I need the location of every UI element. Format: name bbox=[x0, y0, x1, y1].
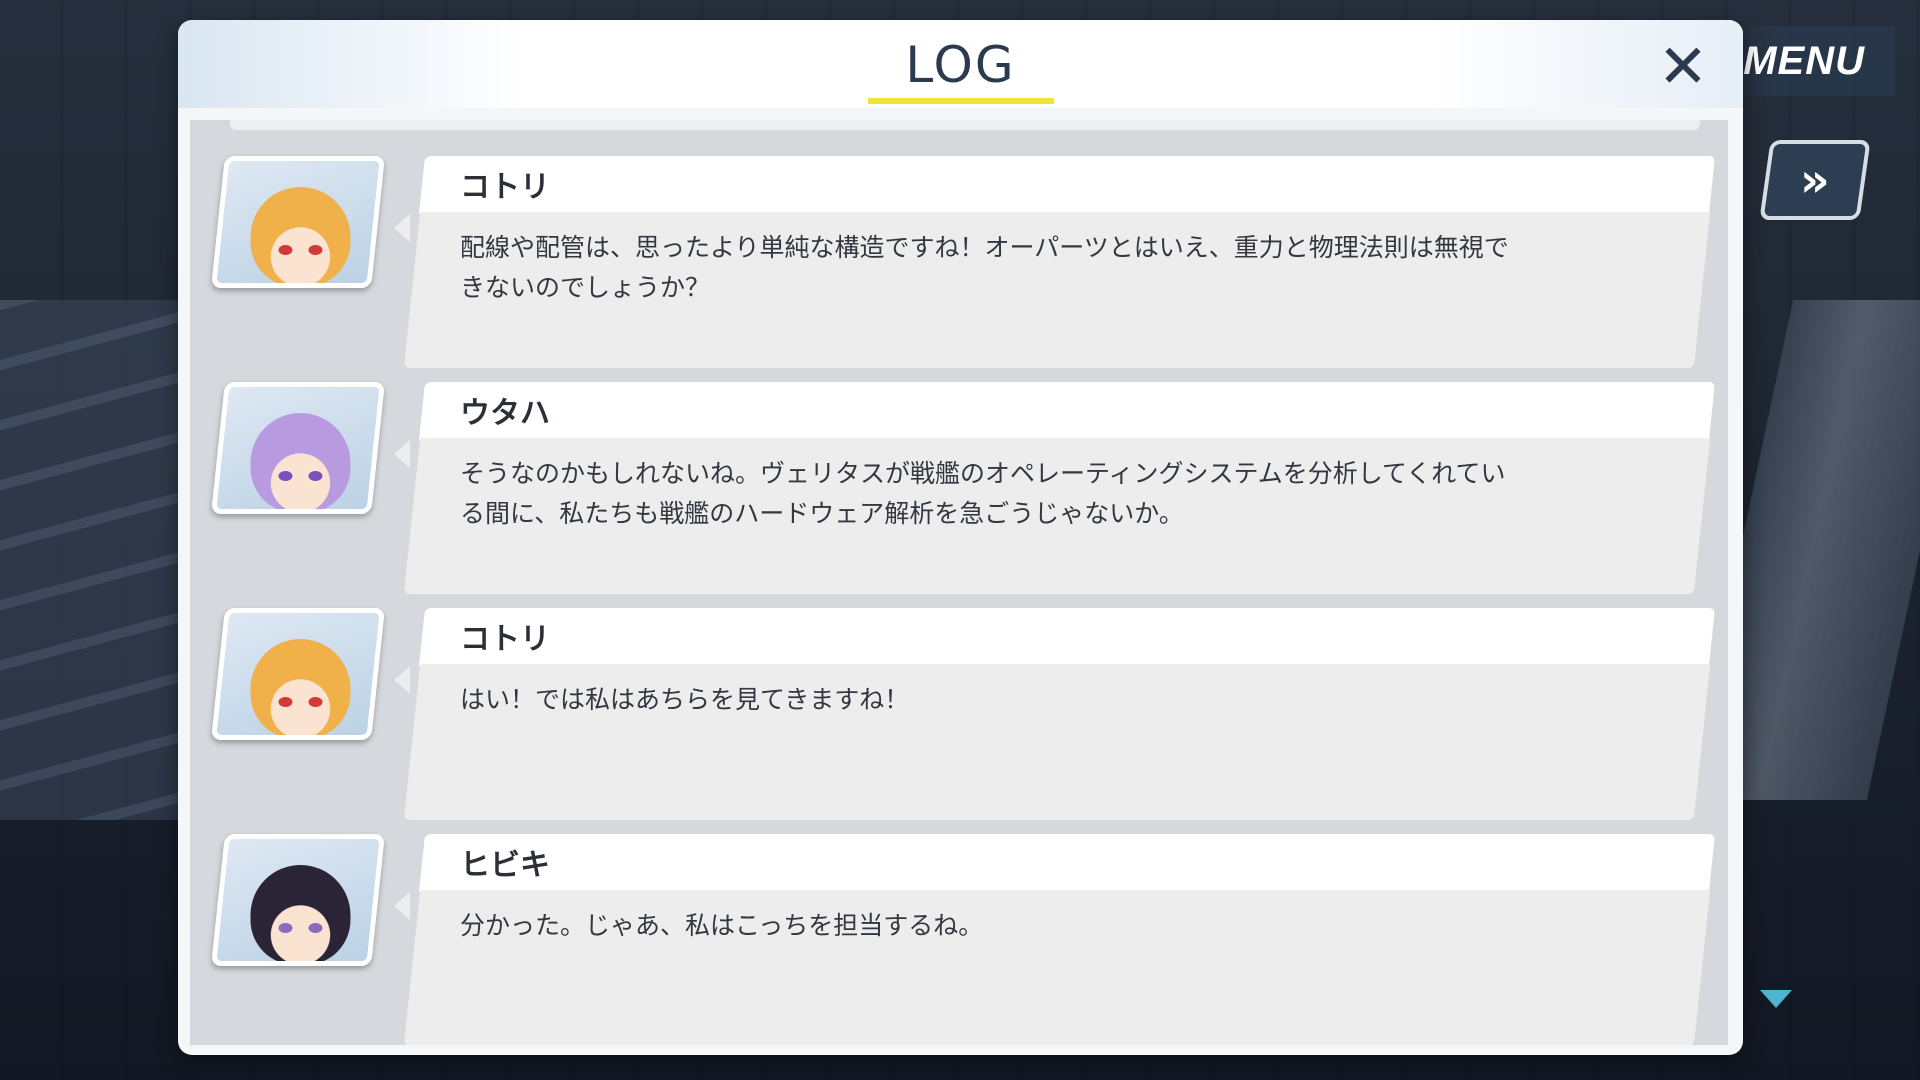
message-text: そうなのかもしれないね。ヴェリタスが戦艦のオペレーティングシステムを分析してくれ… bbox=[460, 459, 1506, 528]
name-plate bbox=[418, 156, 1716, 214]
close-button[interactable]: ✕ bbox=[1648, 32, 1718, 102]
avatar-eye bbox=[278, 697, 293, 707]
menu-button[interactable]: MENU bbox=[1730, 26, 1895, 96]
speaker-name: ウタハ bbox=[460, 396, 550, 431]
avatar bbox=[211, 156, 385, 288]
log-list[interactable]: コトリ 配線や配管は、思ったより単純な構造ですね！オーパーツとはいえ、重力と物理… bbox=[190, 120, 1728, 1045]
avatar-hair bbox=[250, 865, 351, 965]
message-text: 配線や配管は、思ったより単純な構造ですね！オーパーツとはいえ、重力と物理法則は無… bbox=[460, 233, 1509, 302]
name-plate bbox=[418, 834, 1716, 892]
scroll-down-icon[interactable] bbox=[1760, 990, 1792, 1008]
fast-forward-icon: » bbox=[1800, 153, 1830, 207]
bubble-pointer bbox=[394, 892, 410, 920]
avatar-eye bbox=[278, 245, 293, 255]
avatar bbox=[211, 608, 385, 740]
avatar-portrait bbox=[212, 839, 385, 966]
avatar-eye bbox=[278, 471, 293, 481]
avatar-eye bbox=[308, 471, 323, 481]
bubble-pointer bbox=[394, 666, 410, 694]
avatar-portrait bbox=[212, 613, 385, 740]
log-title-underline bbox=[868, 98, 1054, 104]
log-title: LOG bbox=[905, 36, 1016, 94]
bubble-pointer bbox=[394, 214, 410, 242]
avatar-eye bbox=[278, 923, 293, 933]
name-plate bbox=[418, 382, 1716, 440]
log-entry: ウタハ そうなのかもしれないね。ヴェリタスが戦艦のオペレーティングシステムを分析… bbox=[190, 362, 1728, 594]
close-icon: ✕ bbox=[1657, 32, 1709, 102]
avatar-portrait bbox=[212, 161, 385, 288]
fast-forward-button[interactable]: » bbox=[1759, 140, 1871, 220]
bubble-pointer bbox=[394, 440, 410, 468]
avatar-eye bbox=[308, 245, 323, 255]
speaker-name: ヒビキ bbox=[460, 848, 550, 883]
avatar-hair bbox=[250, 639, 351, 739]
avatar-eye bbox=[308, 923, 323, 933]
log-entry: コトリ 配線や配管は、思ったより単純な構造ですね！オーパーツとはいえ、重力と物理… bbox=[190, 136, 1728, 368]
log-entry: コトリ はい！では私はあちらを見てきますね！ bbox=[190, 588, 1728, 820]
message-text: はい！では私はあちらを見てきますね！ bbox=[460, 685, 910, 714]
speaker-name: コトリ bbox=[460, 622, 550, 657]
background-stairs bbox=[0, 300, 190, 820]
avatar-hair bbox=[250, 413, 351, 513]
speaker-name: コトリ bbox=[460, 170, 550, 205]
log-entry: ヒビキ 分かった。じゃあ、私はこっちを担当するね。 bbox=[190, 814, 1728, 1045]
avatar-hair bbox=[250, 187, 351, 287]
message-text: 分かった。じゃあ、私はこっちを担当するね。 bbox=[460, 911, 984, 940]
log-panel: LOG ✕ コトリ 配線や配管は、思ったより単純な構造ですね！オーパーツとはいえ… bbox=[178, 20, 1743, 1055]
avatar bbox=[211, 834, 385, 966]
previous-entry-edge bbox=[230, 120, 1700, 130]
avatar bbox=[211, 382, 385, 514]
log-header: LOG ✕ bbox=[178, 20, 1743, 108]
avatar-portrait bbox=[212, 387, 385, 514]
name-plate bbox=[418, 608, 1716, 666]
avatar-eye bbox=[308, 697, 323, 707]
